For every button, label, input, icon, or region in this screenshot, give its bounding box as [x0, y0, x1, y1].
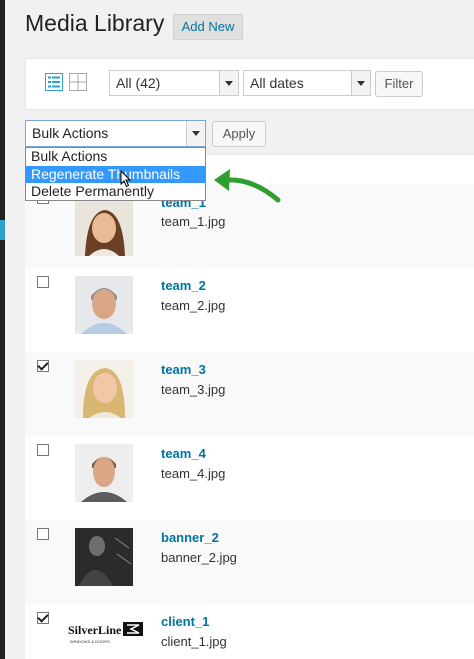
media-title-link[interactable]: banner_2	[161, 530, 219, 545]
media-type-select[interactable]: All (42)	[109, 70, 239, 96]
thumbnail-team-1[interactable]	[75, 198, 133, 256]
media-title-link[interactable]: team_3	[161, 362, 206, 377]
filter-button[interactable]: Filter	[375, 71, 423, 97]
annotation-arrow-icon	[214, 169, 281, 203]
list-view-icon[interactable]	[45, 73, 63, 91]
media-toolbar: All (42) All dates Filter	[25, 58, 474, 110]
chevron-down-icon	[186, 121, 205, 146]
apply-button[interactable]: Apply	[212, 121, 266, 147]
portrait-woman-icon	[75, 198, 133, 256]
media-row-team-3: team_3 team_3.jpg	[25, 352, 474, 437]
date-filter-value: All dates	[250, 75, 304, 91]
admin-sidebar-edge	[0, 0, 5, 659]
banner-image-icon	[75, 528, 133, 586]
portrait-man-young-icon	[75, 444, 133, 502]
mouse-cursor-icon	[120, 170, 132, 188]
chevron-down-icon	[219, 71, 238, 95]
row-checkbox[interactable]	[37, 528, 49, 540]
thumbnail-team-4[interactable]	[75, 444, 133, 502]
thumbnail-banner-2[interactable]	[75, 528, 133, 586]
media-file-name: team_1.jpg	[161, 214, 226, 229]
option-bulk-actions[interactable]: Bulk Actions	[26, 148, 205, 166]
option-regenerate-thumbnails[interactable]: Regenerate Thumbnails	[26, 165, 205, 183]
thumbnail-team-2[interactable]	[75, 276, 133, 334]
row-checkbox[interactable]	[37, 276, 49, 288]
bulk-actions-select[interactable]: Bulk Actions	[25, 120, 206, 147]
option-delete-permanently[interactable]: Delete Permanently	[26, 183, 205, 201]
thumbnail-team-3[interactable]	[75, 360, 133, 418]
bulk-actions-value: Bulk Actions	[32, 125, 109, 141]
portrait-woman-blonde-icon	[75, 360, 133, 418]
svg-text:SilverLine: SilverLine	[68, 623, 122, 637]
media-row-team-4: team_4 team_4.jpg	[25, 436, 474, 521]
active-menu-marker	[0, 220, 5, 240]
bulk-actions-dropdown: Bulk Actions Regenerate Thumbnails Delet…	[25, 147, 206, 201]
date-filter-select[interactable]: All dates	[243, 70, 371, 96]
silverline-logo: SilverLine WINDOWS & DOORS	[67, 610, 145, 650]
row-checkbox[interactable]	[37, 612, 49, 624]
media-file-name: banner_2.jpg	[161, 550, 237, 565]
grid-view-icon[interactable]	[69, 73, 87, 91]
thumbnail-client-1[interactable]: SilverLine WINDOWS & DOORS	[67, 610, 145, 650]
media-file-name: client_1.jpg	[161, 634, 227, 649]
media-row-banner-2: banner_2 banner_2.jpg	[25, 520, 474, 605]
media-title-link[interactable]: team_2	[161, 278, 206, 293]
media-title-link[interactable]: team_4	[161, 446, 206, 461]
portrait-man-icon	[75, 276, 133, 334]
row-checkbox[interactable]	[37, 360, 49, 372]
media-file-name: team_2.jpg	[161, 298, 226, 313]
row-checkbox[interactable]	[37, 444, 49, 456]
media-file-name: team_3.jpg	[161, 382, 226, 397]
media-title-link[interactable]: client_1	[161, 614, 209, 629]
media-row-client-1: SilverLine WINDOWS & DOORS client_1 clie…	[25, 604, 474, 659]
add-new-button[interactable]: Add New	[173, 14, 243, 40]
chevron-down-icon	[351, 71, 370, 95]
media-file-name: team_4.jpg	[161, 466, 226, 481]
svg-text:WINDOWS & DOORS: WINDOWS & DOORS	[70, 639, 110, 644]
media-type-value: All (42)	[116, 75, 161, 91]
media-row-team-2: team_2 team_2.jpg	[25, 268, 474, 353]
page-title: Media Library	[25, 10, 165, 36]
